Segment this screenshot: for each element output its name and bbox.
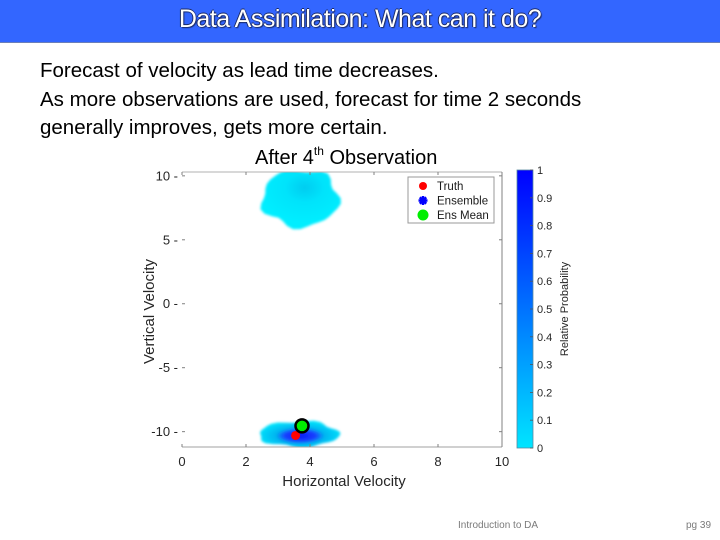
x-tick-label: 6 [370, 454, 377, 469]
y-tick-label: 5 - [163, 232, 178, 247]
colorbar-tick-label: 0.7 [537, 248, 552, 260]
legend-label: Truth [437, 181, 463, 193]
x-tick-label: 0 [178, 454, 185, 469]
y-tick-label: 10 - [156, 168, 178, 183]
colorbar-tick-label: 0.4 [537, 332, 552, 344]
y-tick-label: -5 - [159, 360, 179, 375]
colorbar-label: Relative Probability [559, 261, 571, 356]
x-tick-label: 10 [495, 454, 509, 469]
colorbar-tick-label: 0 [537, 443, 543, 455]
chart: Truth Ensemble Ens Mean 0 0.1 0.2 0.3 0.4 0.5 0.… [141, 165, 571, 490]
x-axis-label: Horizontal Velocity [282, 473, 406, 490]
colorbar-tick-label: 0.6 [537, 276, 552, 288]
colorbar-tick-label: 0.2 [537, 387, 552, 399]
legend-label: Ensemble [437, 196, 488, 208]
y-axis-label: Vertical Velocity [141, 258, 158, 364]
colorbar-tick-label: 0.8 [537, 221, 552, 233]
ens-mean-marker [294, 418, 310, 434]
legend-ensemble-icon [418, 196, 428, 205]
colorbar-tick-label: 0.5 [537, 304, 552, 316]
upper-cluster-density [260, 172, 341, 230]
y-tick-label: 0 - [163, 296, 178, 311]
x-tick-label: 8 [434, 454, 441, 469]
upper-cluster [260, 172, 341, 230]
legend-label: Ens Mean [437, 210, 489, 222]
y-tick-label: -10 - [151, 424, 178, 439]
page-number: pg 39 [686, 520, 712, 531]
footer-left: Introduction to DA [458, 520, 539, 531]
x-tick-label: 2 [242, 454, 249, 469]
colorbar-tick-label: 0.3 [537, 360, 552, 372]
legend-ens-mean-icon [417, 209, 429, 221]
colorbar-tick-label: 1 [537, 165, 543, 177]
x-tick-label: 4 [306, 454, 313, 469]
colorbar-tick-label: 0.9 [537, 193, 552, 205]
legend-truth-icon [419, 182, 427, 190]
colorbar-tick-label: 0.1 [537, 415, 552, 427]
